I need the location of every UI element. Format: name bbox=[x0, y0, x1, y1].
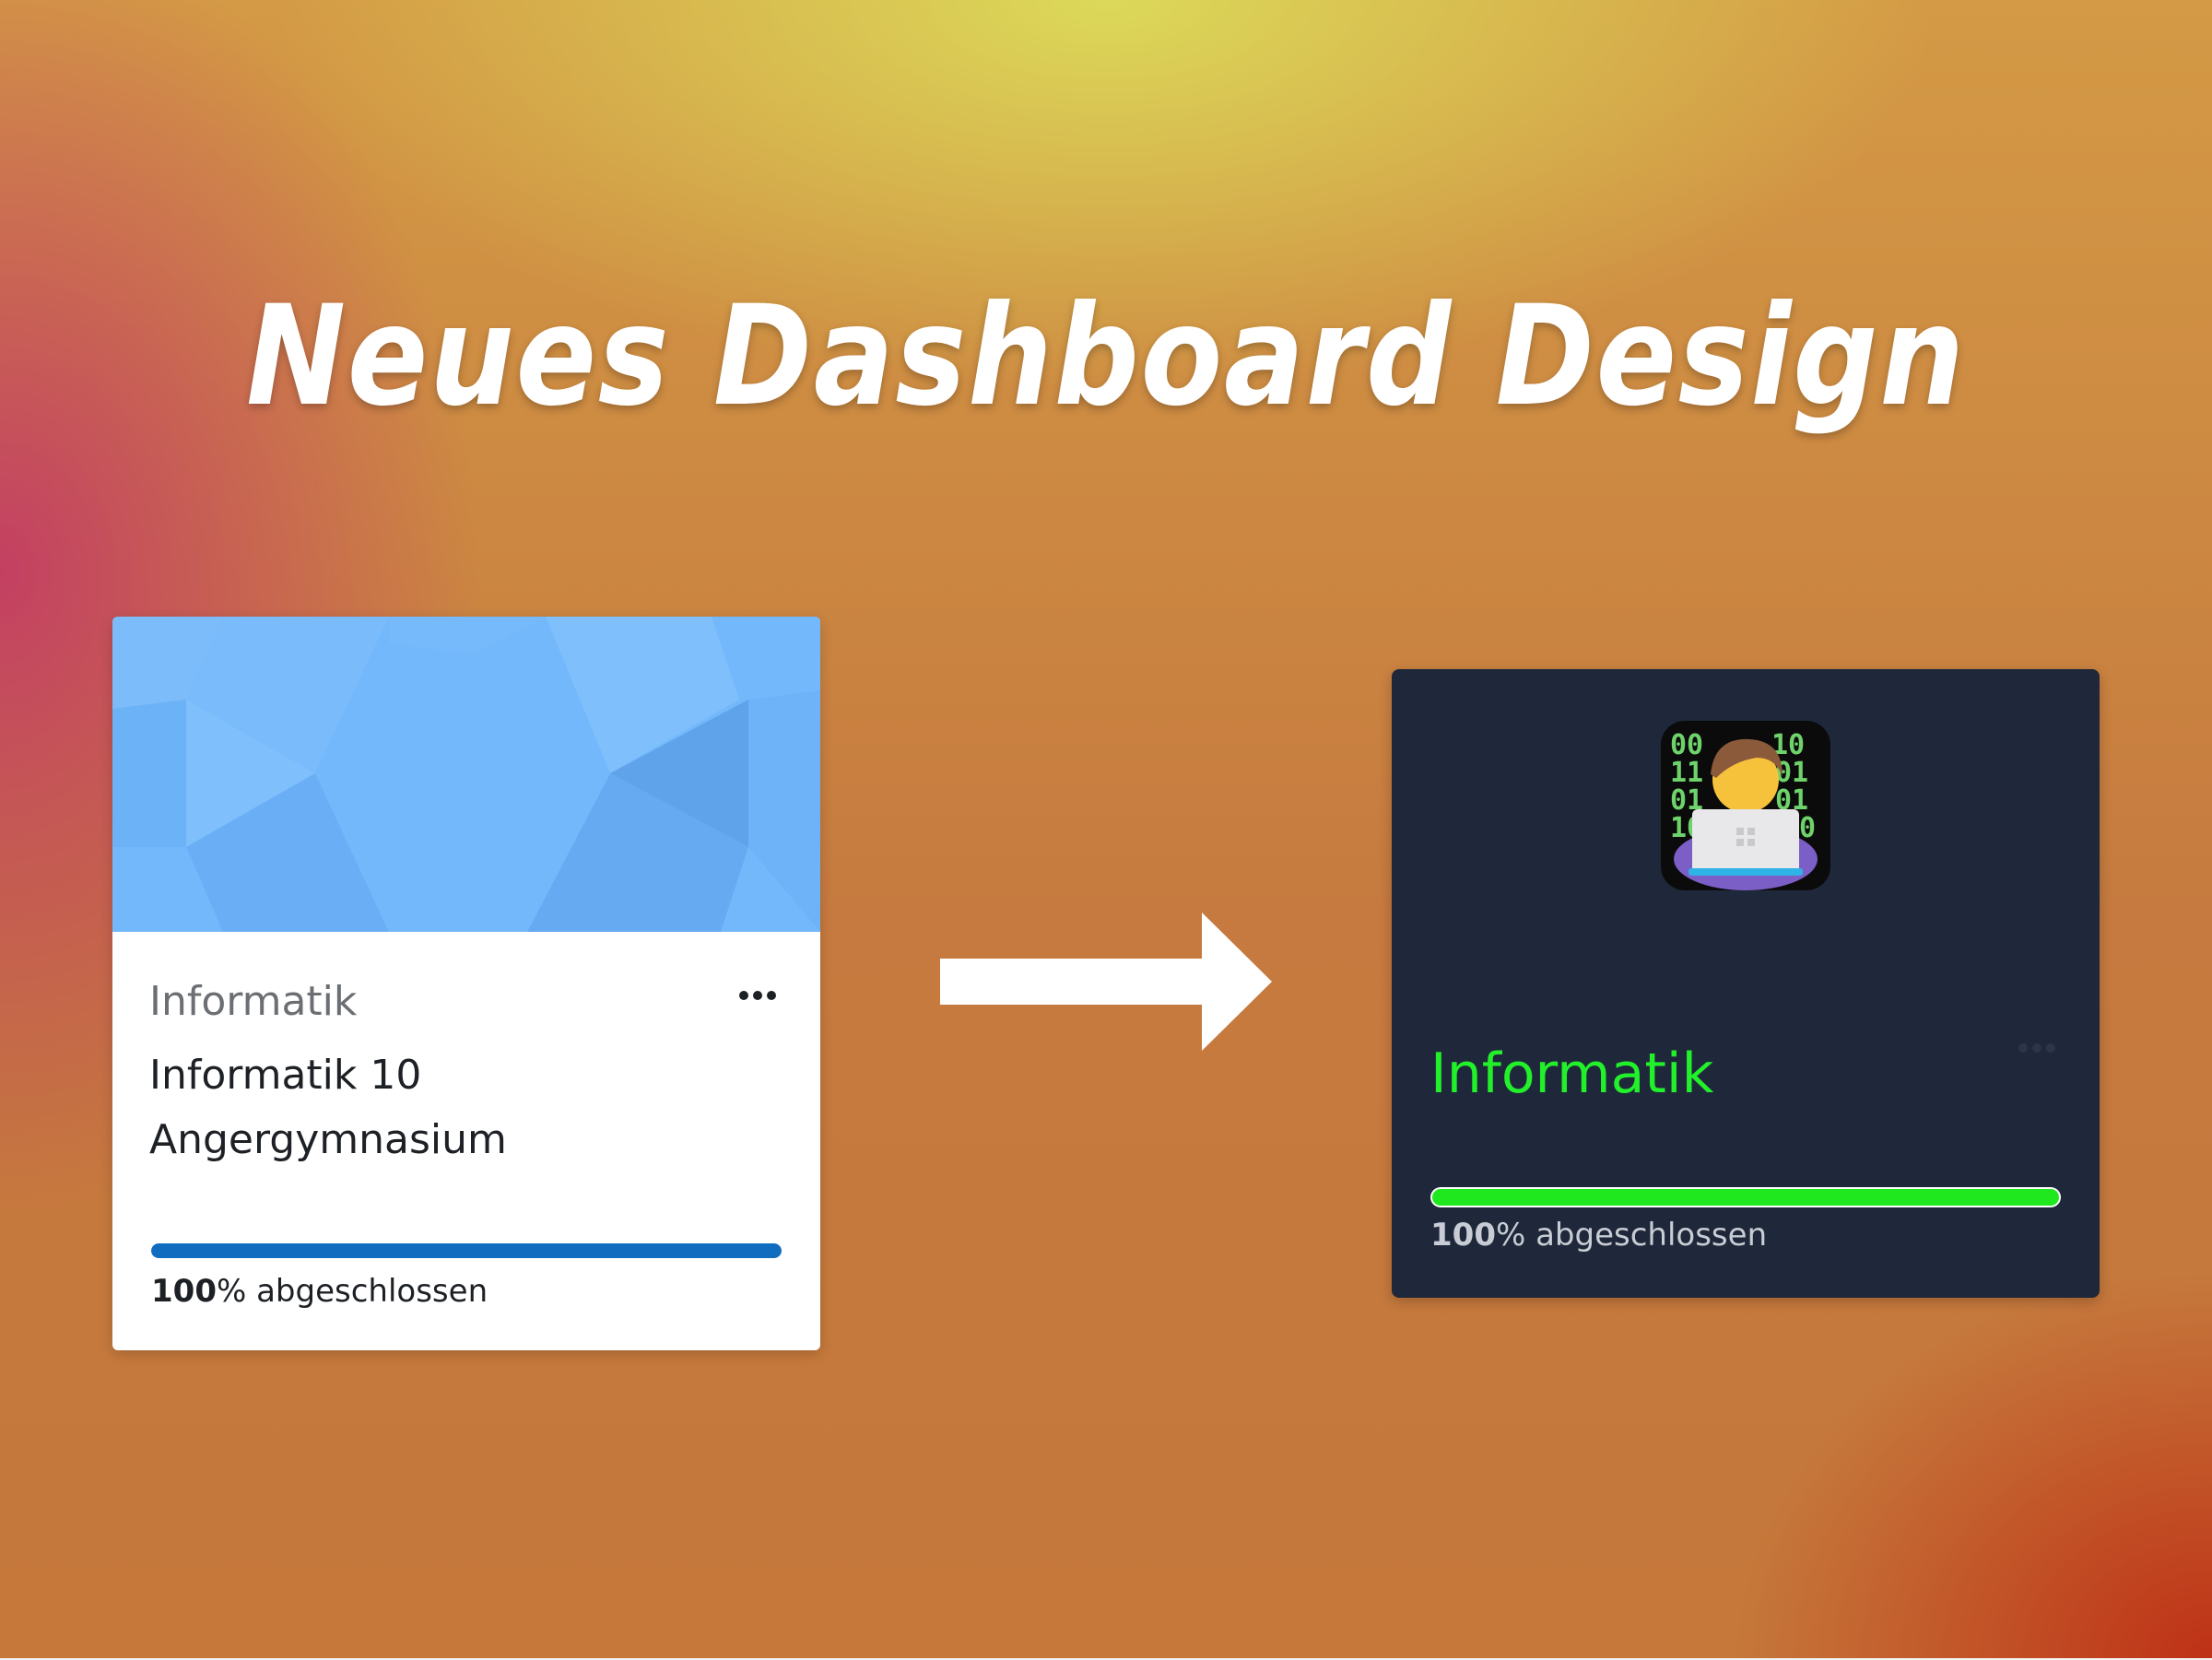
course-name[interactable]: Informatik 10 bbox=[149, 1052, 421, 1099]
course-category: Informatik bbox=[149, 978, 358, 1025]
progress-text: 100% abgeschlossen bbox=[1430, 1217, 1767, 1254]
progress-text: 100% abgeschlossen bbox=[151, 1273, 488, 1310]
progress-value: 100 bbox=[151, 1273, 217, 1310]
progress-bar bbox=[151, 1243, 782, 1258]
progress-value: 100 bbox=[1430, 1217, 1496, 1254]
course-banner-image bbox=[112, 617, 820, 932]
progress-bar-fill bbox=[151, 1243, 782, 1258]
progress-suffix: % abgeschlossen bbox=[216, 1273, 488, 1310]
course-category[interactable]: Informatik bbox=[1430, 1042, 1713, 1106]
arrow-right-icon bbox=[940, 912, 1272, 1051]
page-headline: Neues Dashboard Design bbox=[246, 277, 1966, 437]
technologist-emoji-icon: 00 10 11 01 01 01 10 0 bbox=[1661, 721, 1830, 890]
ellipsis-icon[interactable] bbox=[2018, 1042, 2059, 1054]
old-course-card[interactable]: Informatik Informatik 10 Angergymnasium … bbox=[112, 617, 820, 1350]
progress-suffix: % abgeschlossen bbox=[1495, 1217, 1768, 1254]
progress-bar bbox=[1430, 1187, 2061, 1207]
ellipsis-icon[interactable] bbox=[739, 985, 780, 1006]
course-school: Angergymnasium bbox=[149, 1116, 507, 1163]
new-course-card[interactable]: 00 10 11 01 01 01 10 0 Informatik 100% a… bbox=[1392, 669, 2100, 1298]
progress-bar-fill bbox=[1432, 1189, 2059, 1206]
